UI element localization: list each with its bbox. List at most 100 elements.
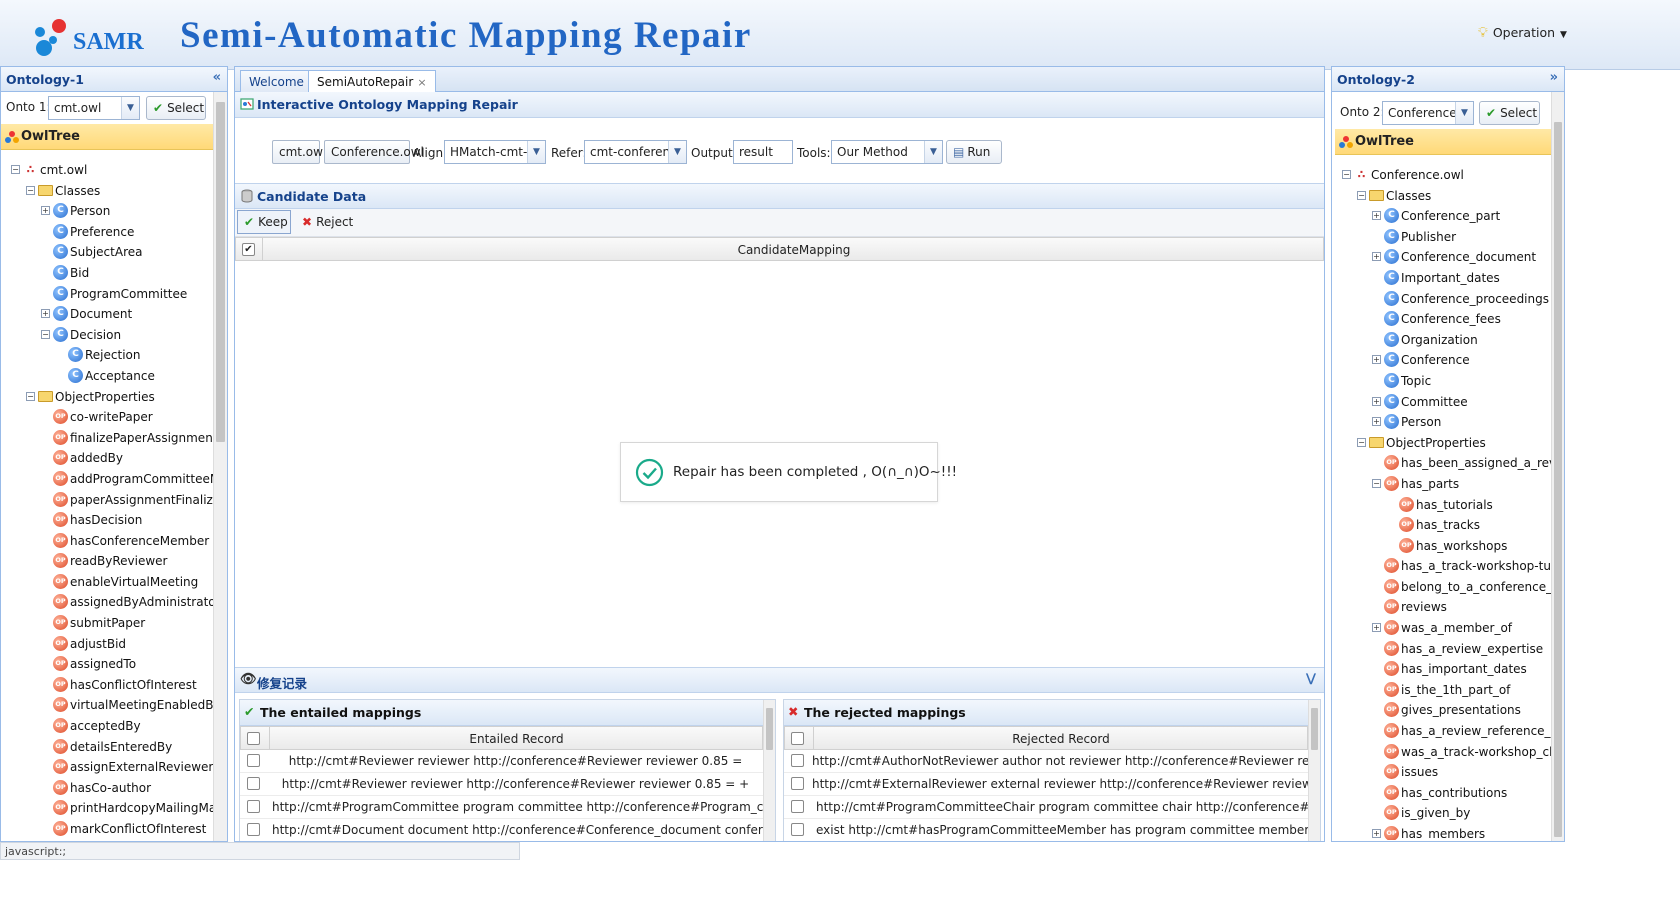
tree-class-node[interactable]: + C Person	[1332, 412, 1551, 433]
tree-property-node[interactable]: OPwas_a_track-workshop_chair_of	[1332, 742, 1551, 763]
tree-property-node[interactable]: OP is_given_by	[1332, 803, 1551, 824]
row-checkbox[interactable]	[791, 823, 804, 836]
expand-node-icon[interactable]: +	[1372, 623, 1381, 633]
select-onto2-button[interactable]: ✔ Select	[1479, 101, 1540, 125]
select-onto1-button[interactable]: ✔ Select	[146, 96, 206, 120]
run-button[interactable]: ▤ Run	[946, 140, 1002, 164]
tree-property-node[interactable]: OP assignedTo	[1, 654, 213, 675]
row-checkbox[interactable]	[247, 800, 260, 813]
row-checkbox[interactable]	[247, 777, 260, 790]
scroll-thumb[interactable]	[1554, 122, 1562, 837]
collapse-node-icon[interactable]: −	[1342, 170, 1351, 179]
tree-property-node[interactable]: OP virtualMeetingEnabledBy	[1, 695, 213, 716]
tree-property-node[interactable]: OP has_a_review_expertise	[1332, 639, 1551, 660]
scroll-thumb[interactable]	[216, 102, 225, 442]
tree-class-node[interactable]: C Organization	[1332, 330, 1551, 351]
tree-property-node[interactable]: OP submitPaper	[1, 613, 213, 634]
row-checkbox[interactable]	[247, 754, 260, 767]
scroll-thumb[interactable]	[1311, 708, 1318, 750]
left-panel-scrollbar[interactable]	[213, 92, 227, 841]
tree-property-node[interactable]: OP assignExternalReviewer	[1, 757, 213, 778]
tree-property-node[interactable]: OP hasDecision	[1, 510, 213, 531]
collapse-right-icon[interactable]: »	[1550, 70, 1558, 85]
tree-class-node[interactable]: C Important_dates	[1332, 268, 1551, 289]
tree-property-node[interactable]: OP is_the_1th_part_of	[1332, 680, 1551, 701]
expand-node-icon[interactable]: +	[41, 206, 50, 216]
tree-property-node[interactable]: OP gives_presentations	[1332, 700, 1551, 721]
tree-folder-objectproperties[interactable]: − ObjectProperties	[1332, 433, 1551, 454]
tree-property-node[interactable]: OP has_tracks	[1332, 515, 1551, 536]
expand-node-icon[interactable]: +	[1372, 829, 1381, 838]
tree-folder-classes[interactable]: − Classes	[1, 181, 213, 202]
collapse-node-icon[interactable]: −	[1357, 437, 1366, 447]
tree-class-node[interactable]: + C Person	[1, 201, 213, 222]
tree-property-node[interactable]: OP co-writePaper	[1, 407, 213, 428]
rejected-scrollbar[interactable]	[1308, 700, 1320, 841]
table-row[interactable]: http://cmt#ExternalReviewer external rev…	[784, 773, 1308, 796]
tree-class-node[interactable]: C Bid	[1, 263, 213, 284]
tree-property-node[interactable]: OP finalizePaperAssignment	[1, 428, 213, 449]
tree-class-node[interactable]: C SubjectArea	[1, 242, 213, 263]
tree-property-node[interactable]: + OP has_members	[1332, 824, 1551, 840]
collapse-node-icon[interactable]: −	[26, 391, 35, 401]
collapse-node-icon[interactable]: −	[26, 185, 35, 195]
tree-class-node[interactable]: + C Committee	[1332, 392, 1551, 413]
tree-class-node[interactable]: C Topic	[1332, 371, 1551, 392]
row-checkbox[interactable]	[791, 754, 804, 767]
tree-class-node[interactable]: C ProgramCommittee	[1, 284, 213, 305]
tree-property-node[interactable]: + OP was_a_member_of	[1332, 618, 1551, 639]
collapse-node-icon[interactable]: −	[1357, 190, 1366, 200]
tree-property-node[interactable]: OPhas_a_review_reference_or_expertise	[1332, 721, 1551, 742]
tree-property-node[interactable]: OPhas_been_assigned_a_review_reference	[1332, 453, 1551, 474]
tree-property-node[interactable]: OPhas_a_track-workshop-tutorial_chair	[1332, 556, 1551, 577]
tree-property-node[interactable]: OP readByReviewer	[1, 551, 213, 572]
tree-property-node[interactable]: OPbelong_to_a_conference_volume	[1332, 577, 1551, 598]
tree-property-node[interactable]: OP issues	[1332, 762, 1551, 783]
tab-semiautorepair[interactable]: SemiAutoRepair ×	[308, 70, 436, 94]
chevron-down-icon[interactable]: ▼	[527, 141, 545, 163]
expand-node-icon[interactable]: +	[41, 309, 50, 319]
tree-root[interactable]: − ∴ cmt.owl	[1, 160, 213, 181]
tree-property-node[interactable]: OPprintHardcopyMailingManifests	[1, 798, 213, 819]
tree-property-node[interactable]: OP addedBy	[1, 448, 213, 469]
right-panel-scrollbar[interactable]	[1551, 92, 1564, 841]
tree-class-node[interactable]: + C Conference	[1332, 350, 1551, 371]
rejected-select-all-checkbox[interactable]	[791, 732, 804, 745]
keep-button[interactable]: ✔ Keep	[237, 210, 291, 234]
collapse-node-icon[interactable]: −	[11, 165, 20, 174]
tree-property-node[interactable]: OP markConflictOfInterest	[1, 819, 213, 840]
chevron-down-icon[interactable]: ▼	[924, 141, 942, 163]
table-row[interactable]: http://cmt#AuthorNotReviewer author not …	[784, 750, 1308, 773]
expand-node-icon[interactable]: +	[1372, 252, 1381, 262]
tree-class-node[interactable]: C Publisher	[1332, 227, 1551, 248]
tools-select[interactable]: Our Method ▼	[831, 140, 943, 164]
tree-property-node[interactable]: OP adjustBid	[1, 634, 213, 655]
output-input[interactable]: result	[733, 140, 793, 164]
tree-property-node[interactable]: OP hasConferenceMember	[1, 531, 213, 552]
expand-node-icon[interactable]: +	[1372, 211, 1381, 221]
tree-property-node[interactable]: OP detailsEnteredBy	[1, 737, 213, 758]
scroll-thumb[interactable]	[766, 708, 773, 750]
tree-property-node[interactable]: OP hasConflictOfInterest	[1, 675, 213, 696]
collapse-node-icon[interactable]: −	[41, 329, 50, 339]
tree-class-node[interactable]: C Rejection	[1, 345, 213, 366]
tree-folder-classes[interactable]: − Classes	[1332, 186, 1551, 207]
row-checkbox[interactable]	[791, 777, 804, 790]
collapse-node-icon[interactable]: −	[1372, 478, 1381, 488]
tree-class-node[interactable]: + C Conference_document	[1332, 247, 1551, 268]
reject-button[interactable]: ✖ Reject	[295, 210, 355, 234]
tree-property-node[interactable]: OP has_workshops	[1332, 536, 1551, 557]
chevron-down-icon[interactable]: ▼	[668, 141, 686, 163]
tree-property-node[interactable]: OP has_important_dates	[1332, 659, 1551, 680]
tab-welcome[interactable]: Welcome	[240, 70, 313, 93]
tree-property-node[interactable]: OPpaperAssignmentFinalizedBy	[1, 490, 213, 511]
operation-menu[interactable]: 💡︎ Operation ▼	[1478, 25, 1567, 41]
tree-class-node[interactable]: − C Decision	[1, 325, 213, 346]
tree-class-node[interactable]: + C Conference_part	[1332, 206, 1551, 227]
onto2-select[interactable]: Conference.owl ▼	[1382, 101, 1474, 125]
entailed-scrollbar[interactable]	[763, 700, 775, 841]
tree-property-node[interactable]: OP hasCo-author	[1, 778, 213, 799]
tree-class-node[interactable]: C Conference_fees	[1332, 309, 1551, 330]
refer-select[interactable]: cmt-conference ▼	[584, 140, 687, 164]
table-row[interactable]: http://cmt#Reviewer reviewer http://conf…	[240, 773, 763, 796]
